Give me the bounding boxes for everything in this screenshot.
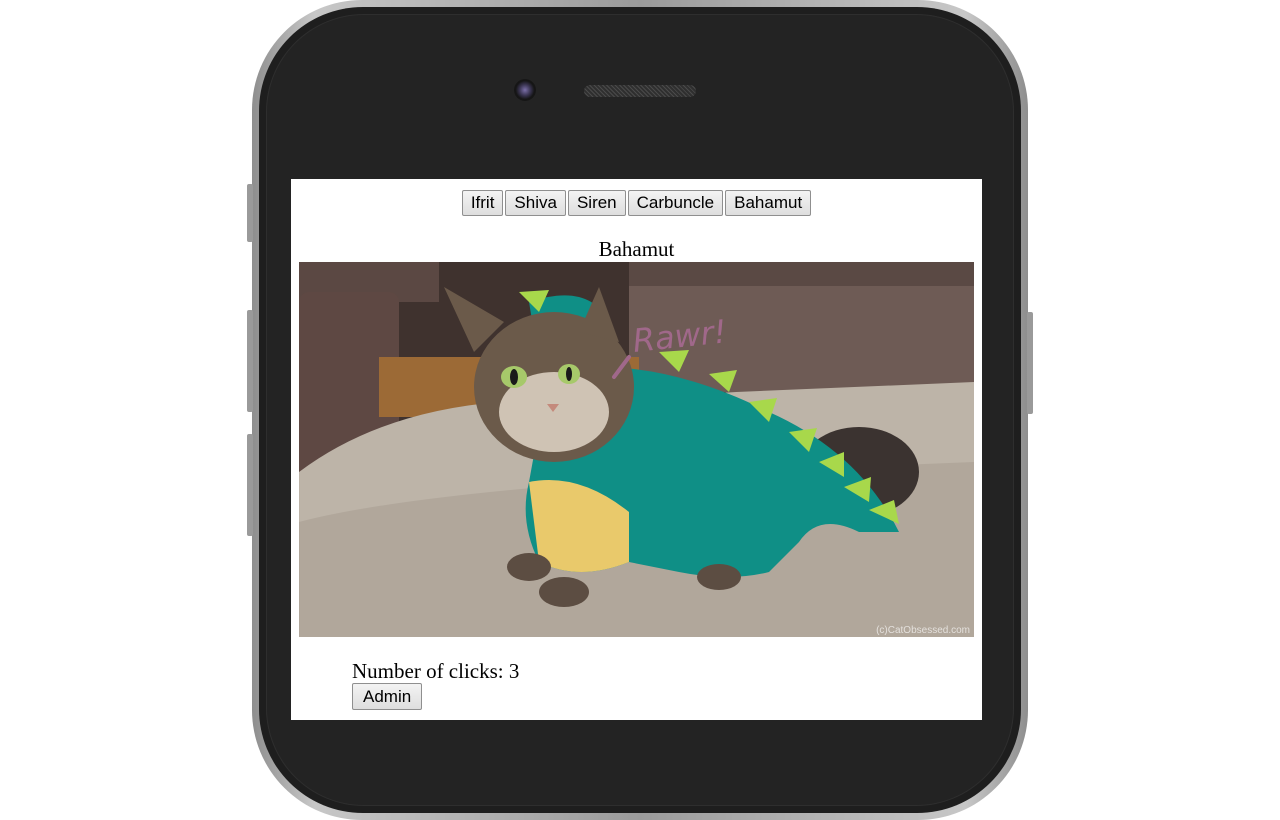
volume-up-button [247,310,253,412]
cat-button-row: Ifrit Shiva Siren Carbuncle Bahamut [291,190,982,216]
front-camera-icon [514,79,536,101]
image-watermark: (c)CatObsessed.com [876,625,970,636]
cat-button-siren[interactable]: Siren [567,190,626,216]
volume-down-button [247,434,253,536]
earpiece-speaker [584,85,696,97]
selected-cat-name: Bahamut [598,237,675,261]
cat-button-bahamut[interactable]: Bahamut [725,190,812,216]
power-button [1027,312,1033,414]
admin-button[interactable]: Admin [352,683,423,710]
cat-button-shiva[interactable]: Shiva [505,190,566,216]
cat-button-carbuncle[interactable]: Carbuncle [627,190,724,216]
cat-photo-illustration: Rawr! [299,262,974,637]
cat-button-ifrit[interactable]: Ifrit [461,190,504,216]
mute-switch [247,184,253,242]
cat-photo[interactable]: Rawr! (c)CatObsessed.com [299,262,974,637]
phone-screen: Ifrit Shiva Siren Carbuncle Bahamut Baha… [291,179,982,720]
click-counter: Number of clicks: 3 [352,659,520,683]
